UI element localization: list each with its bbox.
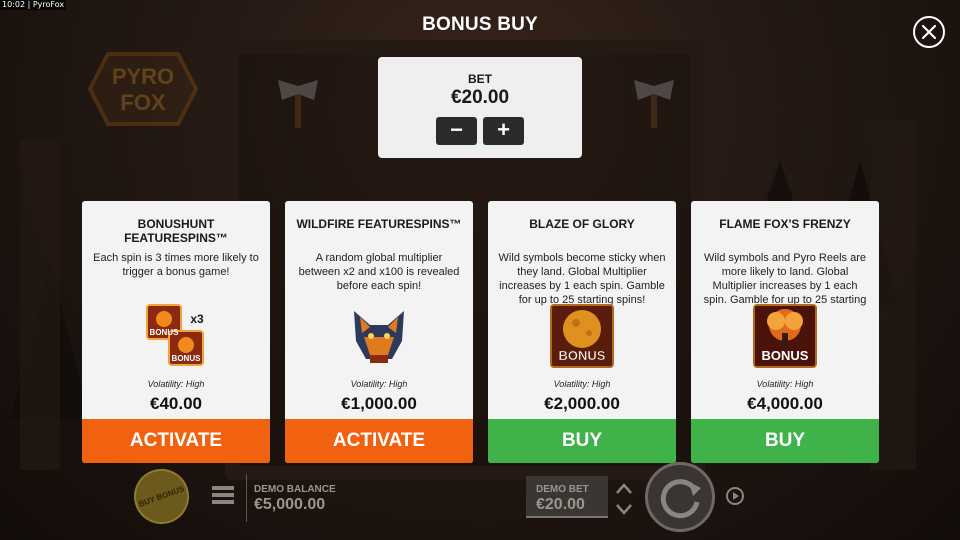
activate-button[interactable]: ACTIVATE (82, 419, 270, 463)
multiplier-label: x3 (190, 312, 204, 326)
bonus-card-flame-fox-frenzy: FLAME FOX'S FRENZY Wild symbols and Pyro… (691, 201, 879, 463)
card-price: €2,000.00 (544, 394, 620, 413)
card-title: WILDFIRE FEATURESPINS™ (296, 217, 462, 231)
card-title: FLAME FOX'S FRENZY (719, 217, 851, 231)
bonus-label: BONUS (559, 348, 606, 363)
bonus-card-bonushunt: BONUSHUNT FEATURESPINS™ Each spin is 3 t… (82, 201, 270, 463)
autoplay-icon[interactable] (724, 485, 746, 507)
demo-balance-label: DEMO BALANCE (254, 484, 336, 495)
bet-label: BET (468, 72, 492, 86)
bonus-card-blaze-of-glory: BLAZE OF GLORY Wild symbols become stick… (488, 201, 676, 463)
spin-button[interactable] (645, 462, 715, 532)
bet-decrease-button[interactable]: − (436, 117, 477, 145)
demo-bet-value: €20.00 (536, 496, 585, 513)
card-title: BONUSHUNT FEATURESPINS™ (124, 217, 228, 245)
card-price: €1,000.00 (341, 394, 417, 413)
card-volatility: Volatility: High (350, 379, 408, 389)
card-description: A random global multiplier between x2 an… (298, 252, 460, 292)
status-app-name: PyroFox (32, 0, 65, 9)
bet-value: €20.00 (450, 87, 510, 108)
card-volatility: Volatility: High (147, 379, 205, 389)
bonus-tree-icon: BONUS (753, 304, 817, 368)
bonus-label: BONUS (172, 354, 202, 363)
bonus-moon-icon: BONUS (550, 304, 614, 368)
demo-balance-value: €5,000.00 (254, 496, 326, 513)
chevron-up-icon[interactable] (613, 480, 635, 498)
card-description: Wild symbols become sticky when they lan… (498, 252, 666, 306)
bonus-card-wildfire: WILDFIRE FEATURESPINS™ A random global m… (285, 201, 473, 463)
fox-icon (354, 311, 404, 363)
menu-icon[interactable] (212, 486, 234, 504)
close-icon (922, 25, 936, 39)
buy-button[interactable]: BUY (488, 419, 676, 463)
buy-button[interactable]: BUY (691, 419, 879, 463)
bet-panel: BET €20.00 − + (378, 57, 582, 158)
activate-button[interactable]: ACTIVATE (285, 419, 473, 463)
modal-title: BONUS BUY (422, 14, 538, 35)
card-volatility: Volatility: High (756, 379, 814, 389)
hud-divider (246, 474, 247, 522)
status-bar: 10:02 | PyroFox (0, 0, 67, 10)
card-volatility: Volatility: High (553, 379, 611, 389)
bonus-x3-icon: BONUS BONUS x3 (146, 304, 204, 366)
close-button[interactable] (913, 16, 945, 48)
card-price: €4,000.00 (747, 394, 823, 413)
card-description: Each spin is 3 times more likely to trig… (93, 252, 259, 278)
card-title: BLAZE OF GLORY (529, 217, 635, 231)
card-price: €40.00 (150, 394, 202, 413)
spin-icon (660, 479, 701, 519)
bonus-label: BONUS (150, 328, 180, 337)
demo-bet-label: DEMO BET (536, 484, 589, 495)
bet-increase-button[interactable]: + (483, 117, 524, 145)
bonus-label: BONUS (762, 348, 809, 363)
status-time: 10:02 (2, 0, 26, 9)
chevron-down-icon[interactable] (613, 500, 635, 518)
